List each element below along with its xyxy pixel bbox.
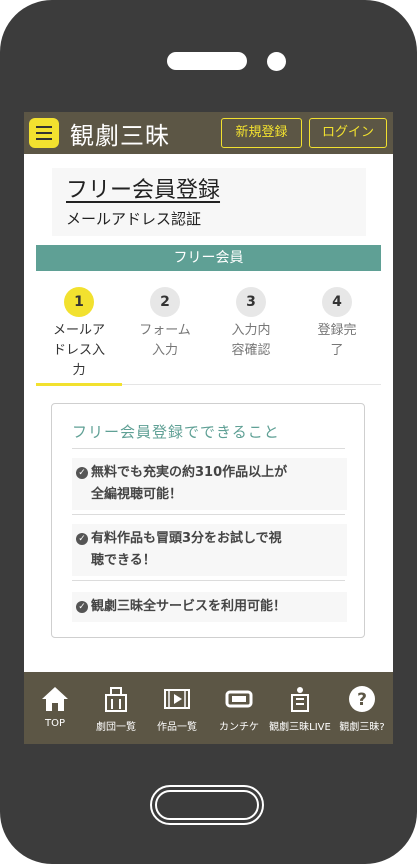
title-box: フリー会員登録 メールアドレス認証 [52,168,366,236]
step-4: 4 登録完 了 [294,287,380,361]
phone-speaker [167,52,247,70]
tab-works[interactable]: 作品一覧 [146,672,208,744]
step-label-line: フォーム [139,323,191,338]
tab-label: カンチケ [219,722,259,733]
step-label-line: 容確認 [231,343,271,358]
page-title: フリー会員登録 [66,178,221,203]
step-label-line: メールア [52,323,105,338]
live-icon [291,687,309,712]
tab-label: 観劇三昧LIVE [269,722,331,733]
tab-theater-companies[interactable]: 劇団一覧 [85,672,147,744]
tab-label: 観劇三昧? [339,722,385,733]
step-label-line: 力 [72,363,86,378]
step-number: 2 [150,287,180,317]
step-2: 2 フォーム 入力 [122,287,208,361]
step-label-line: 登録完 [317,323,357,338]
card-title: フリー会員登録でできること [72,423,280,441]
benefit-item: ✓ 無料でも充実の約310作品以上が 全編視聴可能！ [72,458,347,510]
step-number: 4 [322,287,352,317]
ticket-icon [225,690,253,708]
tab-label: 作品一覧 [157,722,197,733]
bottom-tab-bar: TOP 劇団一覧 作品一覧 カンチケ 観劇三昧LIVE ? 観劇三昧? [24,672,393,744]
divider [72,514,345,515]
divider [72,448,345,449]
theater-company-icon [105,687,127,712]
svg-text:?: ? [357,690,367,710]
benefit-item: ✓ 有料作品も冒頭3分をお試しで視 聴できる！ [72,524,347,576]
benefit-text: 無料でも充実の約310作品以上が [91,465,288,480]
menu-icon-line [36,138,52,140]
benefit-text: 有料作品も冒頭3分をお試しで視 [91,531,282,546]
registration-steps: 1 メールア ドレス入 力 2 フォーム 入力 3 入力内 容確認 4 登録完 … [36,287,381,387]
step-label: フォーム 入力 [122,321,208,361]
menu-icon-line [36,132,52,134]
step-3: 3 入力内 容確認 [208,287,294,361]
check-circle-icon: ✓ [76,601,88,613]
benefit-text: 聴できる！ [91,553,156,568]
step-label-line: 了 [330,343,344,358]
check-circle-icon: ✓ [76,467,88,479]
step-label-line: 入力内 [231,323,271,338]
divider [72,580,345,581]
step-label: 登録完 了 [294,321,380,361]
phone-camera [267,52,286,71]
benefit-item: ✓ 観劇三昧全サービスを利用可能！ [72,592,347,622]
home-icon [42,687,68,711]
benefit-text: 観劇三昧全サービスを利用可能！ [91,599,287,614]
app-logo[interactable]: 観劇三昧 [70,116,170,151]
benefit-text: 全編視聴可能！ [91,487,183,502]
film-icon [164,689,190,709]
tab-top[interactable]: TOP [24,672,86,744]
tab-live[interactable]: 観劇三昧LIVE [269,672,331,744]
step-1: 1 メールア ドレス入 力 [36,287,122,381]
app-header: 観劇三昧 新規登録 ログイン [24,112,393,154]
help-icon: ? [349,686,375,712]
step-label-line: ドレス入 [52,343,105,358]
step-label: 入力内 容確認 [208,321,294,361]
phone-home-button[interactable] [150,785,264,825]
app-screen: 観劇三昧 新規登録 ログイン フリー会員登録 メールアドレス認証 フリー会員 1… [24,112,393,744]
membership-banner: フリー会員 [36,245,381,271]
login-button[interactable]: ログイン [309,118,387,148]
step-number: 3 [236,287,266,317]
step-number: 1 [64,287,94,317]
tab-kanticke[interactable]: カンチケ [208,672,270,744]
step-label-line: 入力 [151,343,178,358]
benefits-card: フリー会員登録でできること ✓ 無料でも充実の約310作品以上が 全編視聴可能！ … [51,403,365,638]
phone-frame: 観劇三昧 新規登録 ログイン フリー会員登録 メールアドレス認証 フリー会員 1… [0,0,417,864]
step-label: メールア ドレス入 力 [36,321,122,381]
register-button[interactable]: 新規登録 [221,118,302,148]
hamburger-menu-button[interactable] [29,118,59,148]
check-circle-icon: ✓ [76,533,88,545]
tab-label: 劇団一覧 [96,722,136,733]
tab-help[interactable]: ? 観劇三昧? [331,672,393,744]
page-subtitle: メールアドレス認証 [66,210,202,228]
active-step-indicator [36,383,122,386]
menu-icon-line [36,126,52,128]
